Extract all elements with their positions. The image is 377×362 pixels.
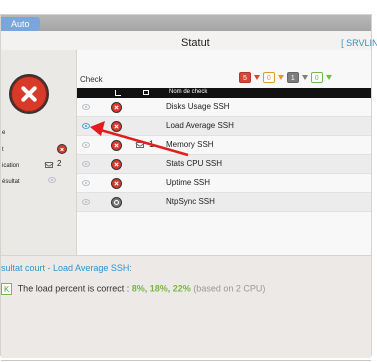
status-header: Statut [ SRVLINI — [1, 31, 377, 51]
top-tab-bar: Auto — [1, 15, 371, 31]
tab-auto[interactable]: Auto — [1, 17, 40, 31]
result-panel: sultat court - Load Average SSH: K The l… — [1, 255, 371, 361]
view-eye-icon[interactable] — [48, 177, 56, 183]
main-frame: Auto Statut [ SRVLINI e t ication 2 ésul… — [0, 14, 377, 361]
ok-badge: K — [1, 283, 13, 295]
critical-count-badge[interactable]: 5 — [239, 71, 251, 83]
ok-count-badge[interactable]: 0 — [310, 71, 323, 83]
left-label-b: t — [2, 147, 4, 153]
ok-filter-icon[interactable] — [325, 74, 332, 80]
mail-icon — [45, 162, 53, 168]
view-eye-icon[interactable] — [82, 199, 90, 205]
critical-status-icon — [111, 140, 122, 151]
critical-status-icon — [111, 178, 122, 189]
page-title: Statut — [181, 37, 210, 49]
check-name[interactable]: Uptime SSH — [166, 178, 210, 187]
notification-count: 2 — [57, 159, 62, 168]
summary-critical-icon — [57, 144, 67, 154]
table-row[interactable]: Disks Usage SSH — [77, 98, 371, 117]
warning-count-badge[interactable]: 0 — [262, 71, 275, 83]
result-line: K The load percent is correct : 8%, 18%,… — [1, 283, 265, 295]
check-name[interactable]: NtpSync SSH — [166, 197, 215, 206]
result-text-prefix: The load percent is correct : — [17, 283, 132, 294]
critical-status-icon — [111, 121, 122, 132]
view-eye-icon[interactable] — [82, 142, 90, 148]
critical-status-icon — [111, 102, 122, 113]
table-header: Nom de check — [77, 88, 371, 98]
result-text-suffix: (based on 2 CPU) — [193, 283, 266, 294]
application-window: Auto Statut [ SRVLINI e t ication 2 ésul… — [0, 0, 377, 362]
checks-table-panel: Check 5 0 1 0 Nom de check Disks Usage S… — [77, 50, 371, 255]
status-filters: 5 0 1 0 — [239, 71, 333, 83]
check-name[interactable]: Stats CPU SSH — [166, 159, 222, 168]
warning-filter-icon[interactable] — [277, 74, 284, 80]
result-values: 8%, 18%, 22% — [131, 283, 191, 294]
checks-label: Check — [80, 75, 103, 84]
mail-header-icon — [143, 90, 149, 95]
column-header-name: Nom de check — [169, 89, 208, 95]
view-eye-icon[interactable] — [82, 180, 90, 186]
check-name[interactable]: Disks Usage SSH — [166, 102, 230, 111]
unknown-filter-icon[interactable] — [301, 74, 308, 80]
check-name[interactable]: Memory SSH — [166, 140, 214, 149]
server-link[interactable]: [ SRVLINI — [341, 38, 377, 48]
view-eye-icon[interactable] — [82, 104, 90, 110]
critical-status-icon — [111, 159, 122, 170]
left-summary-panel: e t ication 2 ésultat — [1, 50, 77, 255]
result-title: sultat court - Load Average SSH: — [1, 263, 132, 273]
sort-icon[interactable] — [115, 90, 121, 96]
unknown-status-icon — [111, 197, 122, 208]
check-name[interactable]: Load Average SSH — [166, 121, 234, 130]
left-label-c: ication — [2, 163, 20, 169]
table-row[interactable]: Load Average SSH — [77, 117, 371, 136]
bottom-divider — [1, 360, 371, 361]
table-row[interactable]: Uptime SSH — [77, 174, 371, 193]
mail-count: 1 — [149, 139, 155, 149]
mail-icon — [136, 142, 144, 148]
left-label-d: ésultat — [2, 179, 20, 185]
left-label-a: e — [2, 130, 6, 136]
table-row[interactable]: Stats CPU SSH — [77, 155, 371, 174]
critical-status-icon — [9, 74, 49, 114]
view-eye-icon[interactable] — [82, 123, 90, 129]
view-eye-icon[interactable] — [82, 161, 90, 167]
unknown-count-badge[interactable]: 1 — [286, 71, 299, 83]
critical-filter-icon[interactable] — [253, 74, 260, 80]
table-row[interactable]: NtpSync SSH — [77, 193, 371, 212]
table-row[interactable]: 1 Memory SSH — [77, 136, 371, 155]
